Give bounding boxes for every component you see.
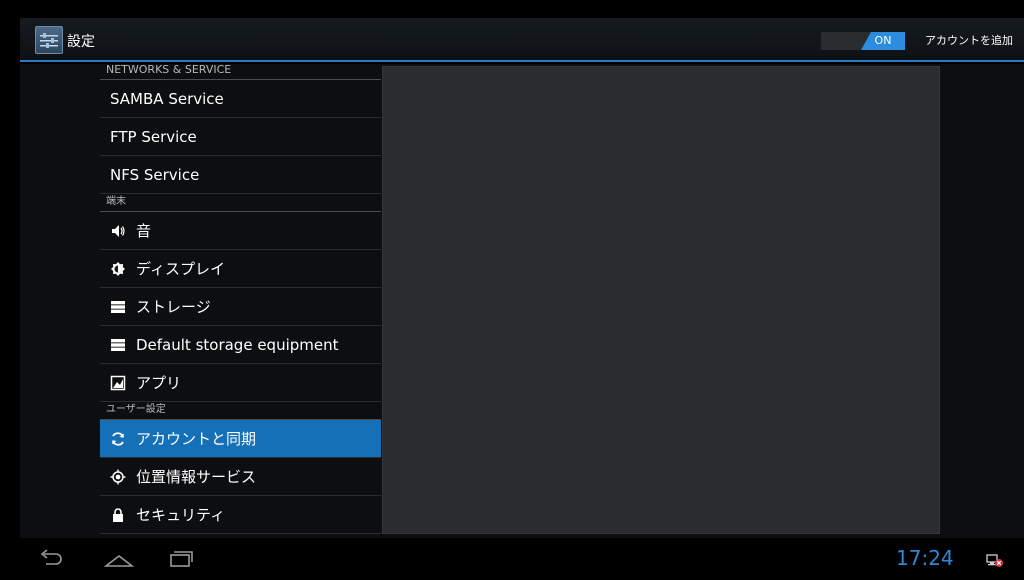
recent-apps-icon[interactable] [167, 548, 195, 574]
home-icon[interactable] [103, 548, 135, 574]
list-item-apps[interactable]: アプリ [100, 364, 381, 402]
list-item-label: アプリ [136, 374, 182, 392]
clock: 17:24 [896, 546, 954, 570]
list-item-label: SAMBA Service [110, 89, 224, 108]
back-icon[interactable] [38, 548, 64, 574]
list-item-label: アカウントと同期 [136, 430, 257, 448]
storage-icon [110, 337, 126, 353]
settings-app-icon[interactable] [35, 26, 63, 54]
list-item-label: ストレージ [136, 298, 211, 316]
list-item-label: NFS Service [110, 165, 200, 184]
section-header-device: 端末 [100, 194, 381, 212]
sync-icon [110, 431, 126, 447]
list-item-label: ディスプレイ [136, 260, 225, 278]
navigation-bar: 17:24 [0, 540, 1024, 580]
list-item-default-storage[interactable]: Default storage equipment [100, 326, 381, 364]
settings-list: NETWORKS & SERVICE SAMBA Service FTP Ser… [100, 62, 381, 538]
apps-icon [110, 375, 126, 391]
list-item-nfs[interactable]: NFS Service [100, 156, 381, 194]
section-header-networks: NETWORKS & SERVICE [100, 62, 381, 80]
add-account-button[interactable]: アカウントを追加 [925, 32, 1013, 48]
detail-pane [382, 66, 940, 534]
list-item-display[interactable]: ディスプレイ [100, 250, 381, 288]
list-item-security[interactable]: セキュリティ [100, 496, 381, 534]
list-item-label: FTP Service [110, 127, 197, 146]
action-bar: 設定 ON アカウントを追加 [20, 18, 1024, 62]
toggle-on-label: ON [861, 32, 905, 50]
list-item-storage[interactable]: ストレージ [100, 288, 381, 326]
list-item-samba[interactable]: SAMBA Service [100, 80, 381, 118]
lock-icon [110, 507, 126, 523]
list-item-sound[interactable]: 音 [100, 212, 381, 250]
speaker-icon [110, 223, 126, 239]
list-item-location[interactable]: 位置情報サービス [100, 458, 381, 496]
list-item-label: 音 [136, 222, 152, 240]
page-title: 設定 [67, 34, 95, 50]
list-item-label: セキュリティ [136, 506, 226, 524]
section-header-user: ユーザー設定 [100, 402, 381, 420]
network-error-icon [986, 552, 1004, 572]
storage-icon [110, 299, 126, 315]
top-bezel [0, 0, 1024, 18]
list-item-accounts-sync[interactable]: アカウントと同期 [100, 420, 381, 458]
list-item-ftp[interactable]: FTP Service [100, 118, 381, 156]
brightness-icon [110, 261, 126, 277]
list-item-label: 位置情報サービス [136, 468, 257, 486]
list-item-label: Default storage equipment [136, 335, 339, 354]
account-sync-toggle[interactable]: ON [821, 32, 905, 50]
location-icon [110, 469, 126, 485]
